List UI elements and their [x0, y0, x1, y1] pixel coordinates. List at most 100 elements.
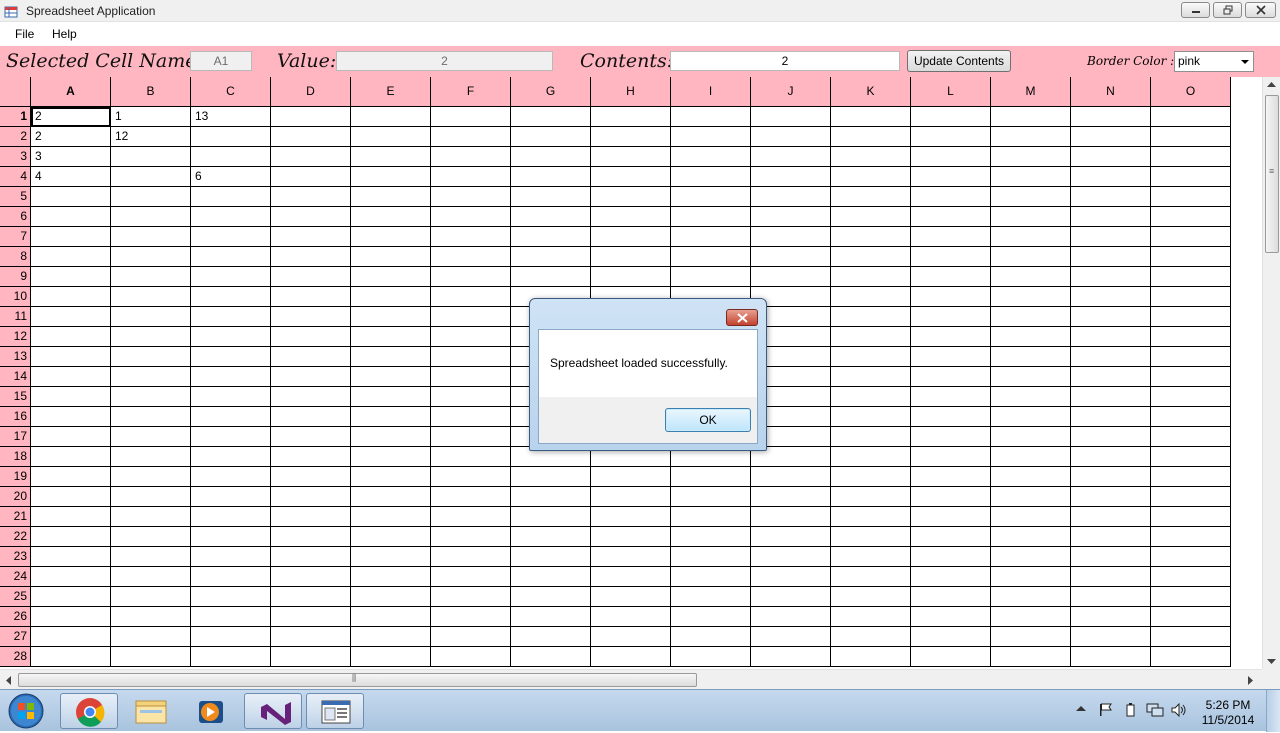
- cell-l9[interactable]: [911, 267, 991, 287]
- cell-i5[interactable]: [671, 187, 751, 207]
- dialog-close-button[interactable]: [726, 309, 758, 326]
- cell-n3[interactable]: [1071, 147, 1151, 167]
- cell-o14[interactable]: [1151, 367, 1231, 387]
- cell-j4[interactable]: [751, 167, 831, 187]
- show-hidden-icons[interactable]: [1076, 704, 1086, 712]
- row-header-23[interactable]: 23: [0, 547, 31, 567]
- cell-k7[interactable]: [831, 227, 911, 247]
- cell-m21[interactable]: [991, 507, 1071, 527]
- cell-j21[interactable]: [751, 507, 831, 527]
- cell-o23[interactable]: [1151, 547, 1231, 567]
- cell-e16[interactable]: [351, 407, 431, 427]
- cell-o2[interactable]: [1151, 127, 1231, 147]
- cell-a4[interactable]: 4: [31, 167, 111, 187]
- cell-f22[interactable]: [431, 527, 511, 547]
- cell-h3[interactable]: [591, 147, 671, 167]
- cell-e25[interactable]: [351, 587, 431, 607]
- cell-k11[interactable]: [831, 307, 911, 327]
- cell-a20[interactable]: [31, 487, 111, 507]
- cell-o18[interactable]: [1151, 447, 1231, 467]
- cell-j6[interactable]: [751, 207, 831, 227]
- cell-m14[interactable]: [991, 367, 1071, 387]
- cell-c28[interactable]: [191, 647, 271, 667]
- cell-k15[interactable]: [831, 387, 911, 407]
- cell-l11[interactable]: [911, 307, 991, 327]
- cell-c6[interactable]: [191, 207, 271, 227]
- cell-h1[interactable]: [591, 107, 671, 127]
- cell-n11[interactable]: [1071, 307, 1151, 327]
- cell-o19[interactable]: [1151, 467, 1231, 487]
- row-header-18[interactable]: 18: [0, 447, 31, 467]
- cell-f12[interactable]: [431, 327, 511, 347]
- row-header-2[interactable]: 2: [0, 127, 31, 147]
- cell-c2[interactable]: [191, 127, 271, 147]
- cell-i22[interactable]: [671, 527, 751, 547]
- cell-b7[interactable]: [111, 227, 191, 247]
- cell-j7[interactable]: [751, 227, 831, 247]
- cell-h5[interactable]: [591, 187, 671, 207]
- cell-k27[interactable]: [831, 627, 911, 647]
- cell-l19[interactable]: [911, 467, 991, 487]
- cell-j9[interactable]: [751, 267, 831, 287]
- column-header-i[interactable]: I: [671, 77, 751, 107]
- cell-f14[interactable]: [431, 367, 511, 387]
- cell-g26[interactable]: [511, 607, 591, 627]
- cell-h20[interactable]: [591, 487, 671, 507]
- taskbar-visual-studio[interactable]: [244, 693, 302, 729]
- cell-a26[interactable]: [31, 607, 111, 627]
- cell-e8[interactable]: [351, 247, 431, 267]
- cell-k8[interactable]: [831, 247, 911, 267]
- cell-n19[interactable]: [1071, 467, 1151, 487]
- cell-l18[interactable]: [911, 447, 991, 467]
- cell-f4[interactable]: [431, 167, 511, 187]
- cell-e4[interactable]: [351, 167, 431, 187]
- cell-e17[interactable]: [351, 427, 431, 447]
- cell-o3[interactable]: [1151, 147, 1231, 167]
- cell-b26[interactable]: [111, 607, 191, 627]
- cell-n1[interactable]: [1071, 107, 1151, 127]
- cell-l25[interactable]: [911, 587, 991, 607]
- cell-n20[interactable]: [1071, 487, 1151, 507]
- cell-i27[interactable]: [671, 627, 751, 647]
- cell-c18[interactable]: [191, 447, 271, 467]
- cell-a15[interactable]: [31, 387, 111, 407]
- restore-button[interactable]: [1213, 2, 1242, 18]
- cell-f16[interactable]: [431, 407, 511, 427]
- cell-d19[interactable]: [271, 467, 351, 487]
- cell-n5[interactable]: [1071, 187, 1151, 207]
- cell-d3[interactable]: [271, 147, 351, 167]
- cell-g22[interactable]: [511, 527, 591, 547]
- cell-g28[interactable]: [511, 647, 591, 667]
- cell-k1[interactable]: [831, 107, 911, 127]
- cell-i20[interactable]: [671, 487, 751, 507]
- cell-k3[interactable]: [831, 147, 911, 167]
- cell-l22[interactable]: [911, 527, 991, 547]
- cell-f10[interactable]: [431, 287, 511, 307]
- cell-b6[interactable]: [111, 207, 191, 227]
- cell-d28[interactable]: [271, 647, 351, 667]
- cell-k2[interactable]: [831, 127, 911, 147]
- cell-a25[interactable]: [31, 587, 111, 607]
- cell-l12[interactable]: [911, 327, 991, 347]
- cell-k9[interactable]: [831, 267, 911, 287]
- cell-d21[interactable]: [271, 507, 351, 527]
- cell-i23[interactable]: [671, 547, 751, 567]
- cell-b14[interactable]: [111, 367, 191, 387]
- cell-k6[interactable]: [831, 207, 911, 227]
- cell-k16[interactable]: [831, 407, 911, 427]
- contents-input[interactable]: 2: [670, 51, 900, 71]
- cell-o20[interactable]: [1151, 487, 1231, 507]
- cell-n10[interactable]: [1071, 287, 1151, 307]
- cell-l4[interactable]: [911, 167, 991, 187]
- cell-c11[interactable]: [191, 307, 271, 327]
- cell-o27[interactable]: [1151, 627, 1231, 647]
- cell-g5[interactable]: [511, 187, 591, 207]
- cell-d18[interactable]: [271, 447, 351, 467]
- row-header-14[interactable]: 14: [0, 367, 31, 387]
- cell-c20[interactable]: [191, 487, 271, 507]
- cell-h8[interactable]: [591, 247, 671, 267]
- cell-c23[interactable]: [191, 547, 271, 567]
- cell-j5[interactable]: [751, 187, 831, 207]
- cell-e3[interactable]: [351, 147, 431, 167]
- network-icon[interactable]: [1146, 703, 1164, 717]
